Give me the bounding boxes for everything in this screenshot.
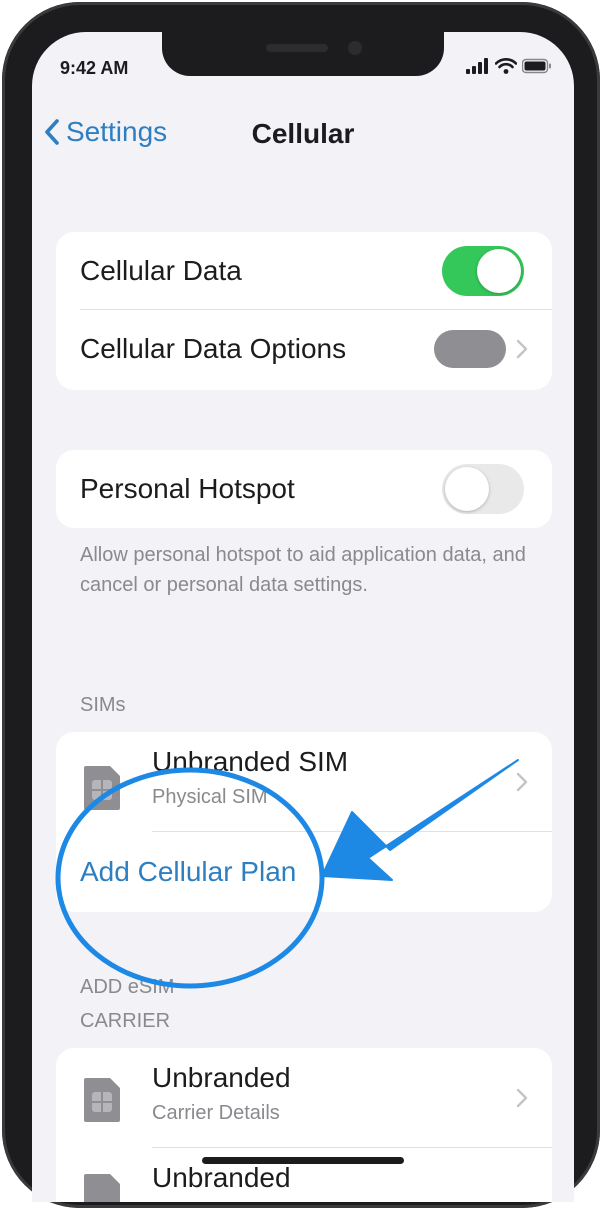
add-cellular-plan-link[interactable]: Add Cellular Plan [80, 856, 296, 888]
unbranded-sim-row[interactable]: Unbranded SIM Physical SIM [56, 732, 552, 832]
disabled-pill [434, 330, 506, 368]
carrier-group: Unbranded Carrier Details Unbranded [56, 1048, 552, 1202]
cellular-data-label: Cellular Data [80, 255, 242, 286]
carrier-header: CARRIER [80, 1010, 171, 1032]
phone-screen: 9:42 AM Settings Cellular Cellular Data … [32, 32, 574, 1202]
add-esim-header: ADD eSIM [80, 976, 175, 998]
phone-frame: 9:42 AM Settings Cellular Cellular Data … [2, 2, 600, 1208]
carrier-1-subtitle: Carrier Details [152, 1102, 280, 1124]
personal-hotspot-row: Personal Hotspot [56, 450, 552, 528]
cellular-data-group: Cellular Data Cellular Data Options [56, 232, 552, 390]
front-camera [348, 41, 362, 55]
sim-card-icon [84, 1078, 120, 1122]
personal-hotspot-toggle[interactable] [442, 464, 524, 514]
toggle-knob [445, 467, 489, 511]
sim-card-icon [84, 766, 120, 810]
wifi-icon [495, 58, 517, 74]
battery-icon [522, 58, 551, 74]
hotspot-footer-text: Allow personal hotspot to aid applicatio… [80, 544, 526, 596]
chevron-right-icon [516, 772, 528, 792]
carrier-1-title: Unbranded [152, 1062, 291, 1093]
status-icons [466, 56, 552, 76]
sims-section-header: SIMs [80, 694, 126, 716]
toggle-knob [477, 249, 521, 293]
notch [162, 32, 444, 76]
sim-card-icon [84, 1174, 120, 1202]
hotspot-group: Personal Hotspot [56, 450, 552, 528]
carrier-2-title: Unbranded [152, 1162, 291, 1193]
chevron-right-icon [516, 1088, 528, 1108]
cellular-data-toggle[interactable] [442, 246, 524, 296]
sim-title: Unbranded SIM [152, 746, 349, 777]
status-time: 9:42 AM [60, 58, 129, 78]
speaker [266, 44, 328, 52]
cellular-data-options-row[interactable]: Cellular Data Options [56, 310, 552, 388]
carrier-row-1[interactable]: Unbranded Carrier Details [56, 1048, 552, 1148]
sims-group: Unbranded SIM Physical SIM Add Cellular … [56, 732, 552, 912]
add-cellular-plan-row[interactable]: Add Cellular Plan [56, 832, 552, 912]
chevron-right-icon [516, 339, 528, 359]
personal-hotspot-label: Personal Hotspot [80, 473, 295, 504]
home-indicator [202, 1157, 404, 1164]
signal-icon [466, 58, 488, 74]
page-title: Cellular [251, 118, 355, 149]
cellular-data-options-label: Cellular Data Options [80, 333, 347, 364]
sim-subtitle: Physical SIM [152, 786, 268, 808]
cellular-data-row: Cellular Data [56, 232, 552, 310]
